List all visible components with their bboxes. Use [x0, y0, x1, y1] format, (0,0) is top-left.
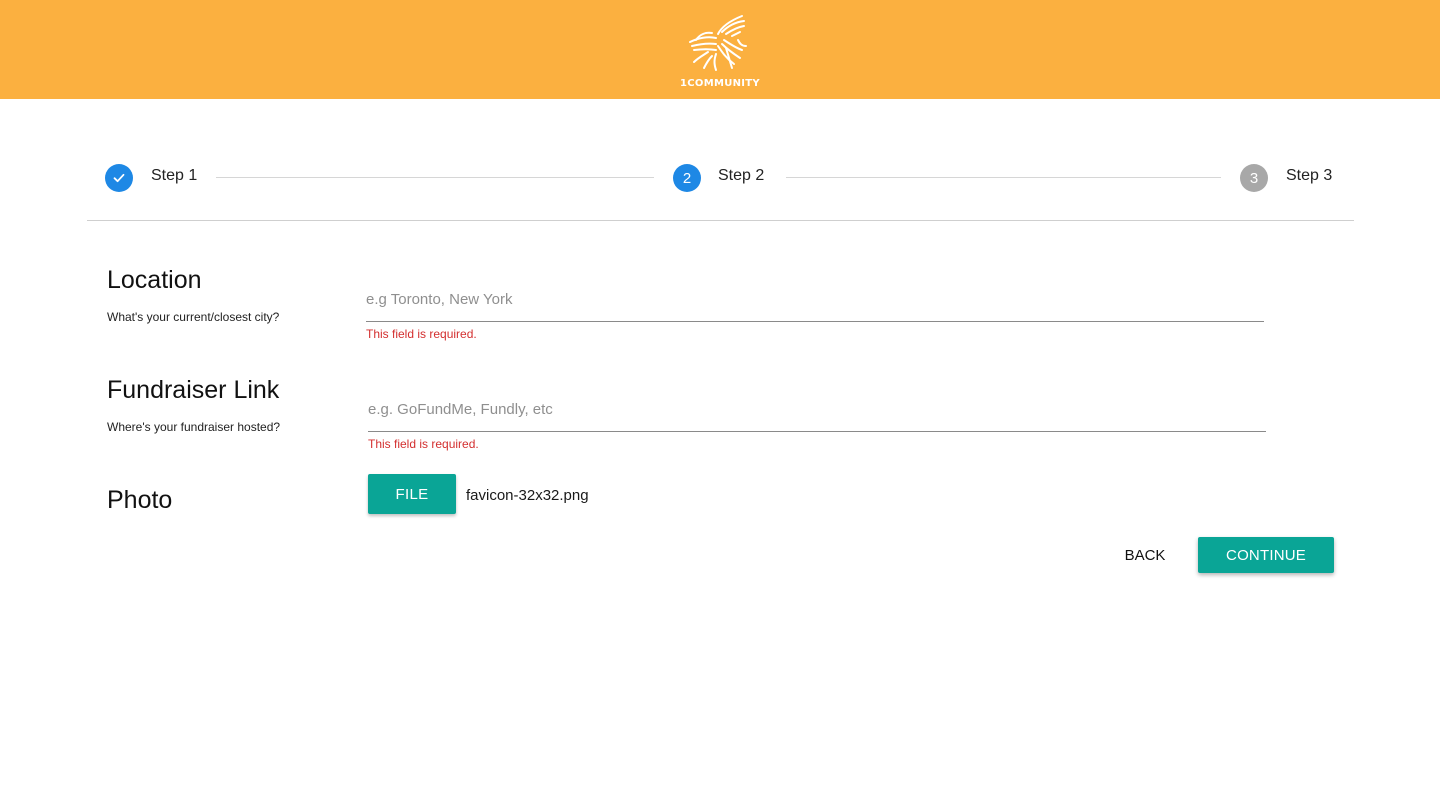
location-title: Location [107, 266, 202, 294]
check-icon [113, 173, 125, 183]
location-subtitle: What's your current/closest city? [107, 310, 280, 324]
file-upload-button[interactable]: FILE [368, 474, 456, 514]
selected-file-name: favicon-32x32.png [466, 487, 589, 504]
location-error: This field is required. [366, 327, 477, 341]
fundraiser-link-input[interactable] [368, 387, 1266, 432]
step-connector [216, 177, 654, 178]
brand-logo[interactable]: 1COMMUNITY [680, 12, 760, 92]
hands-logo-icon [689, 15, 747, 71]
fundraiser-subtitle: Where's your fundraiser hosted? [107, 420, 281, 434]
stepper: Step 1 2 Step 2 3 Step 3 [87, 140, 1354, 221]
location-input[interactable] [366, 277, 1264, 322]
step-3-label: Step 3 [1286, 167, 1333, 184]
back-button[interactable]: BACK [1110, 537, 1180, 573]
app-header: 1COMMUNITY [0, 0, 1440, 99]
photo-title: Photo [107, 486, 173, 514]
step-3-indicator: 3 [1240, 164, 1268, 192]
step-1-indicator [105, 164, 133, 192]
fundraiser-title: Fundraiser Link [107, 376, 280, 404]
step-2-indicator: 2 [673, 164, 701, 192]
continue-button[interactable]: CONTINUE [1198, 537, 1334, 573]
step-2-label: Step 2 [718, 167, 765, 184]
fundraiser-error: This field is required. [368, 437, 479, 451]
step-1-label: Step 1 [151, 167, 198, 184]
brand-name: 1COMMUNITY [680, 78, 760, 89]
step-connector [786, 177, 1221, 178]
